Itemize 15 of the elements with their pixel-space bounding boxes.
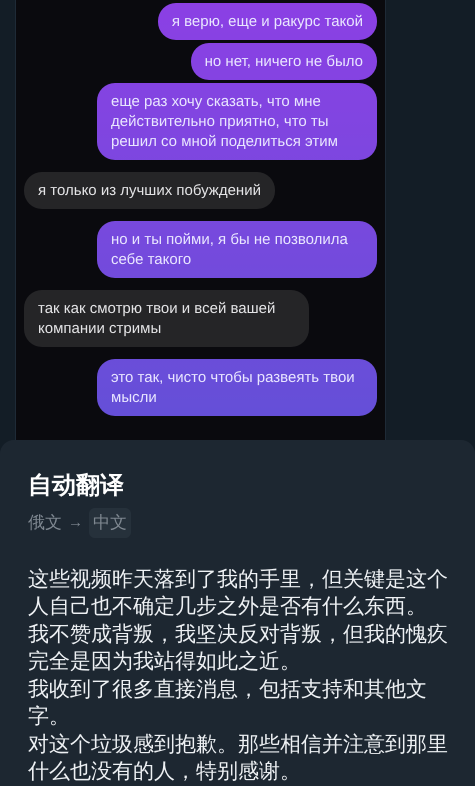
- translated-text: 对这个垃圾感到抱歉。那些相信并注意到那里什么也没有的人，特别感谢。: [28, 732, 449, 785]
- outgoing-message: я верю, еще и ракурс такой: [158, 3, 377, 40]
- translated-text: 我收到了很多直接消息，包括支持和其他文字。: [28, 676, 428, 730]
- sheet-title: 自动翻译: [28, 471, 125, 501]
- incoming-message: так как смотрю твои и всей вашей компании стримы: [24, 290, 309, 347]
- outgoing-message: это так, чисто чтобы развеять твои мысли: [97, 359, 377, 416]
- outgoing-message: но и ты пойми, я бы не позволила себе такого: [97, 221, 377, 278]
- incoming-message: я только из лучших побуждений: [24, 172, 275, 209]
- outgoing-message: еще раз хочу сказать, что мне действительно приятно, что ты решил со мной поделиться этим: [97, 83, 377, 160]
- outgoing-message: но нет, ничего не было: [190, 43, 377, 80]
- source-language: 俄文: [28, 512, 62, 534]
- translated-text: 这些视频昨天落到了我的手里，但关键是这个人自己也不确定几步之外是否有什么东西。: [28, 566, 449, 620]
- arrow-icon: →: [68, 512, 83, 534]
- translated-text: 我不赞成背叛，我坚决反对背叛，但我的愧疚完全是因为我站得如此之近。: [28, 622, 449, 675]
- target-language[interactable]: 中文: [89, 508, 131, 538]
